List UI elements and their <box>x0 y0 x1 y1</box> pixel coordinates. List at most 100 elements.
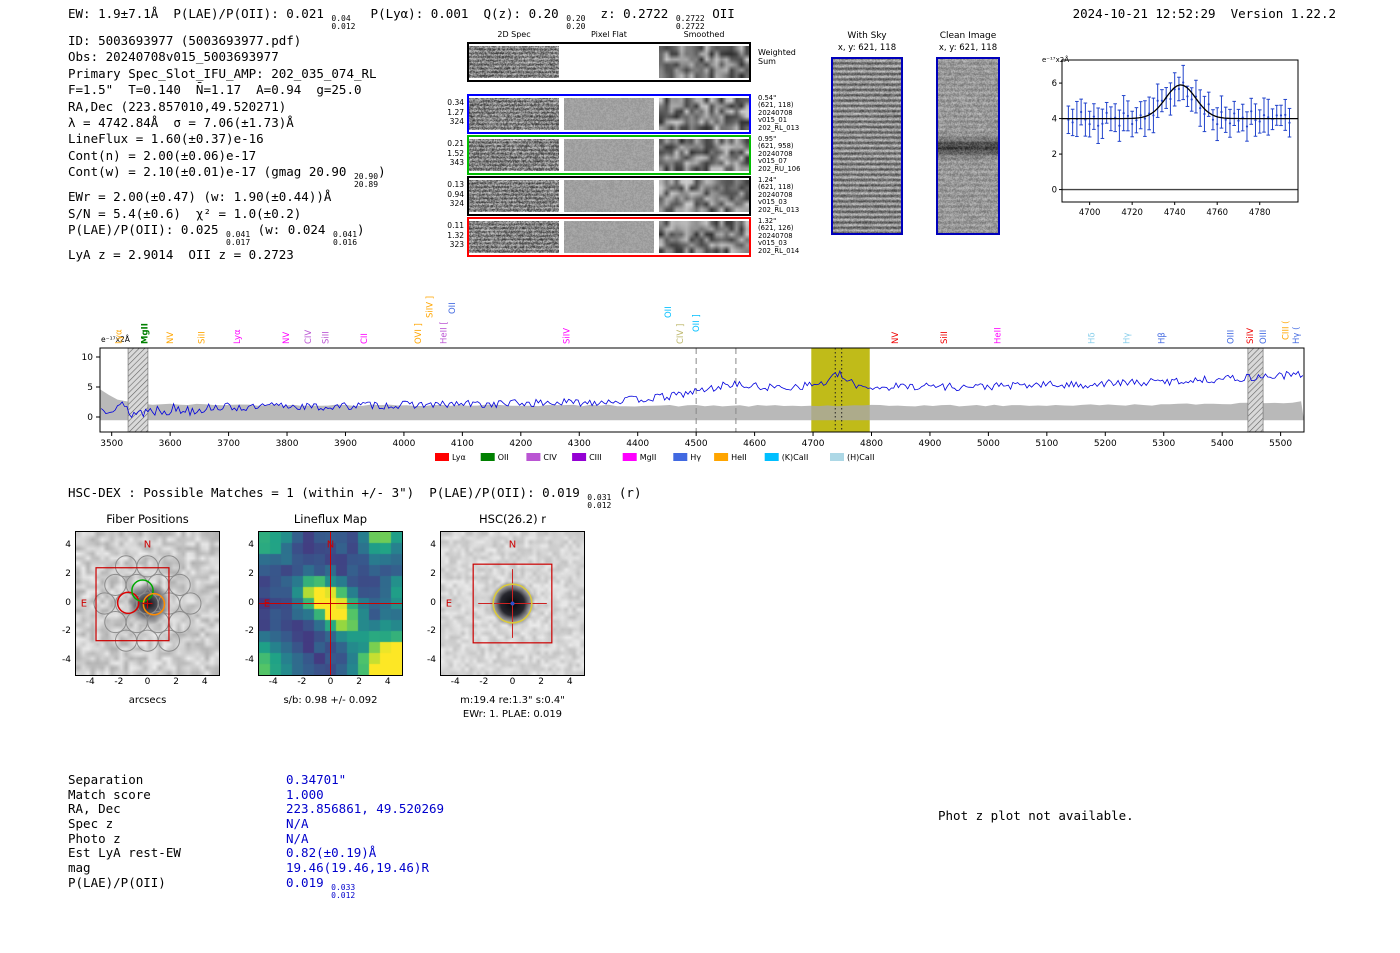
x-tick-label: 4 <box>195 677 215 687</box>
z-value: z: 0.2722 <box>586 6 676 21</box>
qz-value: Q(z): 0.20 <box>483 6 566 21</box>
clean-2d-image <box>938 59 998 233</box>
legend-swatch <box>765 453 779 461</box>
info-plae: P(LAE)/P(OII): 0.025 0.0410.017 (w: 0.02… <box>68 222 386 247</box>
emission-line-label: SiIV ] <box>426 296 436 318</box>
catalog-position-marker <box>511 602 515 606</box>
info-obs: Obs: 20240708v015_5003693977 <box>68 49 386 65</box>
hsc-image-plot: NE-4-4-2-2002244 <box>440 531 585 676</box>
compass-north: N <box>327 540 334 551</box>
qz-uncertainty: 0.200.20 <box>566 15 585 31</box>
fiber-positions-overlay: NE <box>76 532 219 675</box>
x-tick-label: 5000 <box>977 439 1000 449</box>
with-sky-title: With Sky <box>822 31 912 41</box>
fiber-positions-xlabel: arcsecs <box>75 695 220 706</box>
y-tick-label: 10 <box>82 353 94 363</box>
match-row-restew: Est LyA rest-EW0.82(±0.19)Å <box>68 845 444 860</box>
compass-north: N <box>144 540 151 551</box>
col-header-pixel-flat: Pixel Flat <box>563 30 655 39</box>
col-header-smoothed: Smoothed <box>658 30 750 39</box>
fiber-circle <box>94 593 115 614</box>
emission-line-label: Lyα <box>115 329 125 344</box>
line-fit-svg: 024647004720474047604780e⁻¹⁷x2Å <box>1038 52 1310 232</box>
full-spectrum-plot: 0510350036003700380039004000410042004300… <box>60 263 1345 472</box>
y-tick-label: 4 <box>53 540 71 550</box>
timestamp-version: 2024-10-21 12:52:29 Version 1.22.2 <box>1073 6 1336 21</box>
legend-label: CIII <box>589 453 602 462</box>
emission-line-label: NV <box>891 332 901 344</box>
emission-line-label: Lyα <box>233 329 243 344</box>
info-ewr: EWr = 2.00(±0.47) (w: 1.90(±0.44))Å <box>68 189 386 205</box>
legend-label: HeII <box>731 453 747 462</box>
y-tick-label: 0 <box>418 598 436 608</box>
lineflux-sb-label: s/b: 0.98 +/- 0.092 <box>258 695 403 706</box>
emission-line-label: Hγ ( <box>1292 327 1302 344</box>
with-sky-coords: x, y: 621, 118 <box>822 43 912 53</box>
y-tick-label: 0 <box>236 598 254 608</box>
x-tick-label: 4200 <box>509 439 532 449</box>
flux-unit-label: e⁻¹⁷x2Å <box>1042 55 1069 64</box>
emission-line-label: SiII <box>198 331 208 344</box>
x-tick-label: 2 <box>349 677 369 687</box>
x-tick-label: 0 <box>321 677 341 687</box>
weighted-sum-label: WeightedSum <box>758 48 796 66</box>
full-spectrum-svg: 0510350036003700380039004000410042004300… <box>60 263 1345 468</box>
y-tick-label: 4 <box>1052 115 1057 125</box>
smoothed-cutout-image <box>659 221 749 253</box>
info-seeing: F=1.5" T=0.140 N̄=1.17 A=0.94 g=25.0 <box>68 82 386 98</box>
hsc-ewr-label: EWr: 1. PLAE: 0.019 <box>440 709 585 720</box>
clean-image <box>936 57 1000 235</box>
cutout-row <box>467 176 751 216</box>
y-tick-label: 4 <box>418 540 436 550</box>
match-row-specz: Spec zN/A <box>68 816 444 831</box>
emission-line-label: HeII <box>994 327 1004 344</box>
emission-line-label: CIII ( <box>1281 321 1291 340</box>
2d-spec-cutout-image <box>469 221 559 253</box>
fiber-detail-labels: 0.54"(621, 118)20240708v015_01202_RL_013 <box>758 95 820 132</box>
photz-note: Phot z plot not available. <box>938 808 1134 823</box>
emission-line-label: CIV ] <box>676 324 686 344</box>
smoothed-cutout-image <box>659 180 749 212</box>
cutout-row <box>467 217 751 257</box>
fiber-circle <box>169 574 190 595</box>
y-tick-label: -2 <box>53 626 71 636</box>
cutout-row <box>467 94 751 134</box>
fiber-detail-labels: 1.32"(621, 126)20240708v015_03202_RL_014 <box>758 218 820 255</box>
x-tick-label: -4 <box>263 677 283 687</box>
pixel-flat-cutout-image <box>564 180 654 212</box>
hsc-cutout-overlay: NE <box>441 532 584 675</box>
info-wavelength: λ = 4742.84Å σ = 7.06(±1.73)Å <box>68 115 386 131</box>
x-tick-label: 3800 <box>276 439 299 449</box>
emission-line-label: SiII <box>322 331 332 344</box>
match-table: Separation0.34701" Match score1.000 RA, … <box>68 772 444 890</box>
y-tick-label: -2 <box>236 626 254 636</box>
emission-line-label: OII <box>448 302 458 314</box>
x-tick-label: 2 <box>166 677 186 687</box>
legend-swatch <box>435 453 449 461</box>
emission-line-label: OII ] <box>692 314 702 332</box>
2d-spec-cutout-image <box>469 98 559 130</box>
emission-line-label: OIII <box>1226 330 1236 344</box>
x-tick-label: 0 <box>503 677 523 687</box>
fiber-weight-labels: 0.211.52343 <box>440 139 464 168</box>
compass-east: E <box>446 599 452 610</box>
y-tick-label: 0 <box>87 413 93 423</box>
y-tick-label: 4 <box>236 540 254 550</box>
2d-spec-cutout-image <box>469 139 559 171</box>
emission-line-label: MgII <box>140 323 150 344</box>
fiber-detail-labels: 1.24"(621, 118)20240708v015_03202_RL_013 <box>758 177 820 214</box>
x-tick-label: 3500 <box>100 439 123 449</box>
match-row-score: Match score1.000 <box>68 787 444 802</box>
info-id: ID: 5003693977 (5003693977.pdf) <box>68 33 386 49</box>
x-tick-label: 4000 <box>392 439 415 449</box>
fiber-circle <box>105 574 126 595</box>
x-tick-label: 4 <box>560 677 580 687</box>
legend-label: (H)CaII <box>847 453 874 462</box>
y-tick-label: 5 <box>87 383 93 393</box>
cutout-row <box>467 42 751 82</box>
fiber-cutout-grid: 2D Spec Pixel Flat Smoothed WeightedSum … <box>440 30 870 260</box>
emission-line-label: OVI ] <box>414 323 424 344</box>
hsc-image-title: HSC(26.2) r <box>440 512 585 526</box>
fiber-circle <box>126 612 147 633</box>
x-tick-label: 4720 <box>1121 208 1143 218</box>
